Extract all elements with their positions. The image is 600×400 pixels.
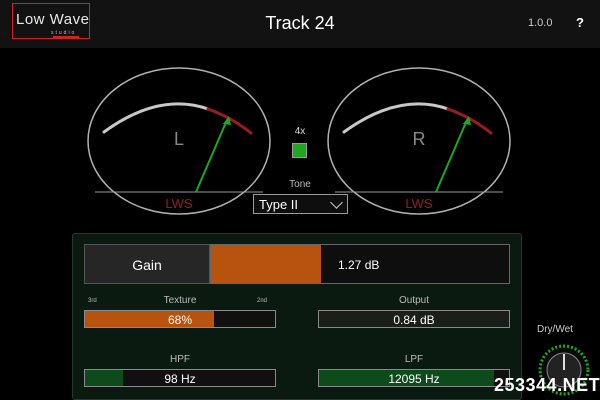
- vu-meter-left: L LWS: [86, 66, 272, 216]
- header-bar: Low Wave studio Track 24 1.0.0 ?: [0, 0, 600, 48]
- hpf-value: 98 Hz: [164, 372, 196, 386]
- output-slider[interactable]: 0.84 dB: [318, 310, 510, 328]
- texture-slider[interactable]: 68%: [84, 310, 276, 328]
- tone-dropdown[interactable]: Type II: [253, 194, 348, 214]
- meter-brand-label: LWS: [165, 196, 193, 211]
- help-button[interactable]: ?: [576, 15, 584, 30]
- oversampling-label: 4x: [294, 126, 306, 137]
- chevron-down-icon: [330, 196, 343, 209]
- gain-value: 1.27 dB: [338, 258, 380, 272]
- texture-label: Texture: [163, 295, 197, 306]
- meter-channel-label: L: [173, 129, 184, 149]
- lpf-label: LPF: [404, 354, 424, 365]
- texture-value: 68%: [167, 313, 193, 327]
- watermark-text: 253344.NET: [494, 375, 600, 395]
- texture-max-label: 2nd: [257, 298, 268, 304]
- tone-label: Tone: [289, 179, 311, 190]
- vu-meter-right: R LWS: [326, 66, 512, 216]
- hpf-slider[interactable]: 98 Hz: [84, 369, 276, 387]
- output-value: 0.84 dB: [393, 313, 435, 327]
- logo-accent-line: [53, 36, 79, 39]
- oversampling-toggle[interactable]: [292, 143, 307, 158]
- tone-selected-value: Type II: [259, 197, 299, 212]
- gain-label: Gain: [132, 257, 162, 273]
- preset-title: Track 24: [265, 13, 335, 33]
- dry-wet-label: Dry/Wet: [537, 324, 573, 335]
- texture-min-label: 3rd: [88, 298, 97, 304]
- lpf-value: 12095 Hz: [388, 372, 440, 386]
- output-label: Output: [398, 295, 430, 306]
- lpf-slider[interactable]: 12095 Hz: [318, 369, 510, 387]
- meter-channel-label: R: [412, 129, 426, 149]
- gain-slider[interactable]: 1.27 dB: [210, 244, 510, 284]
- gain-slider-fill: [211, 245, 322, 283]
- meter-brand-label: LWS: [405, 196, 433, 211]
- hpf-label: HPF: [170, 354, 190, 365]
- gain-button[interactable]: Gain: [84, 244, 210, 284]
- version-label: 1.0.0: [528, 17, 553, 29]
